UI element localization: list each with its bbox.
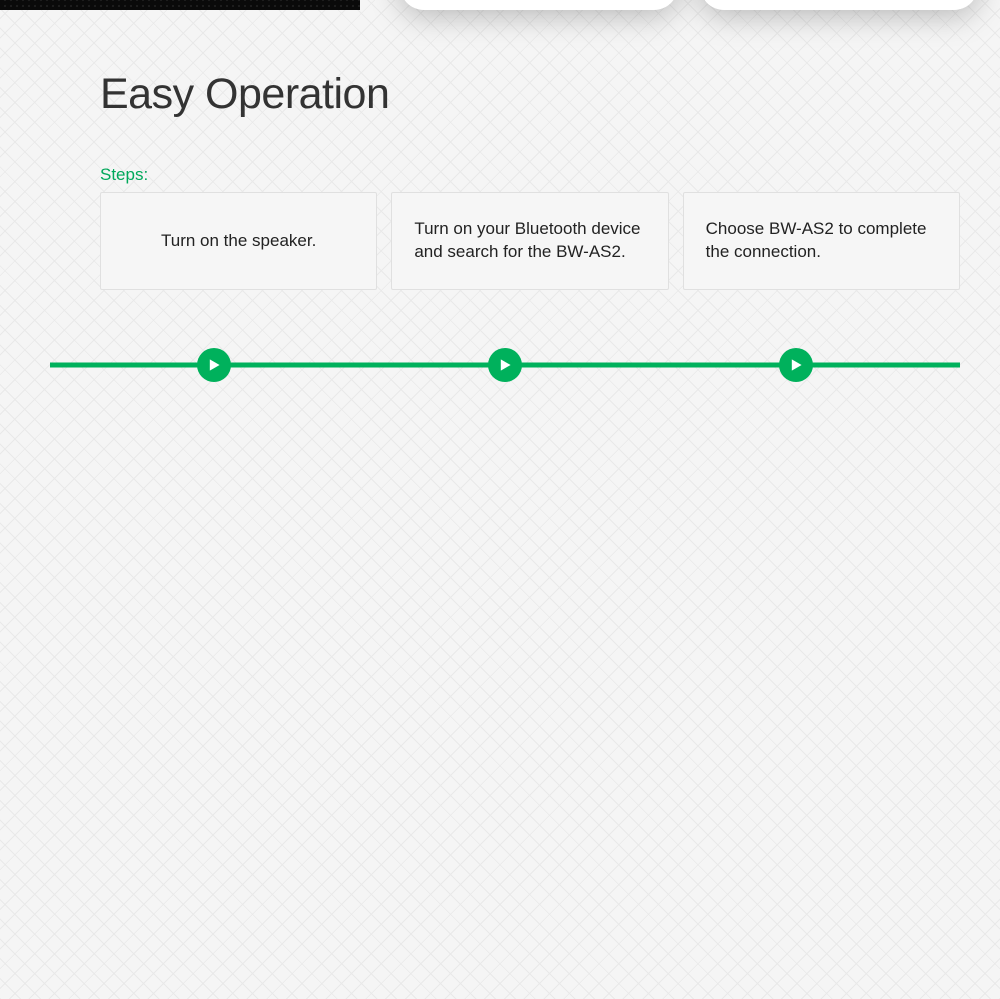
play-icon [197,348,231,382]
steps-row: Turn on the speaker. Turn on your Blueto… [100,192,960,290]
speaker-device: M [0,0,360,10]
play-icon [779,348,813,382]
timeline [50,345,960,385]
step-card-1: Turn on the speaker. [100,192,377,290]
step-text: Turn on the speaker. [161,230,316,253]
phone-mockup-2: 0K/s 5:37 PM Bluetooth Turn on Bluetooth… [700,0,978,10]
speaker-grille [0,0,360,10]
page-title: Easy Operation [100,70,389,119]
step-text: Turn on your Bluetooth device and search… [414,218,645,264]
step-text: Choose BW-AS2 to complete the connection… [706,218,937,264]
step-card-2: Turn on your Bluetooth device and search… [391,192,668,290]
phone-mockup-1: 0K/s 5:43 PM Bluetooth AVAILABLE DEVICES… [400,0,678,10]
step-card-3: Choose BW-AS2 to complete the connection… [683,192,960,290]
play-icon [488,348,522,382]
steps-label: Steps: [100,165,148,185]
